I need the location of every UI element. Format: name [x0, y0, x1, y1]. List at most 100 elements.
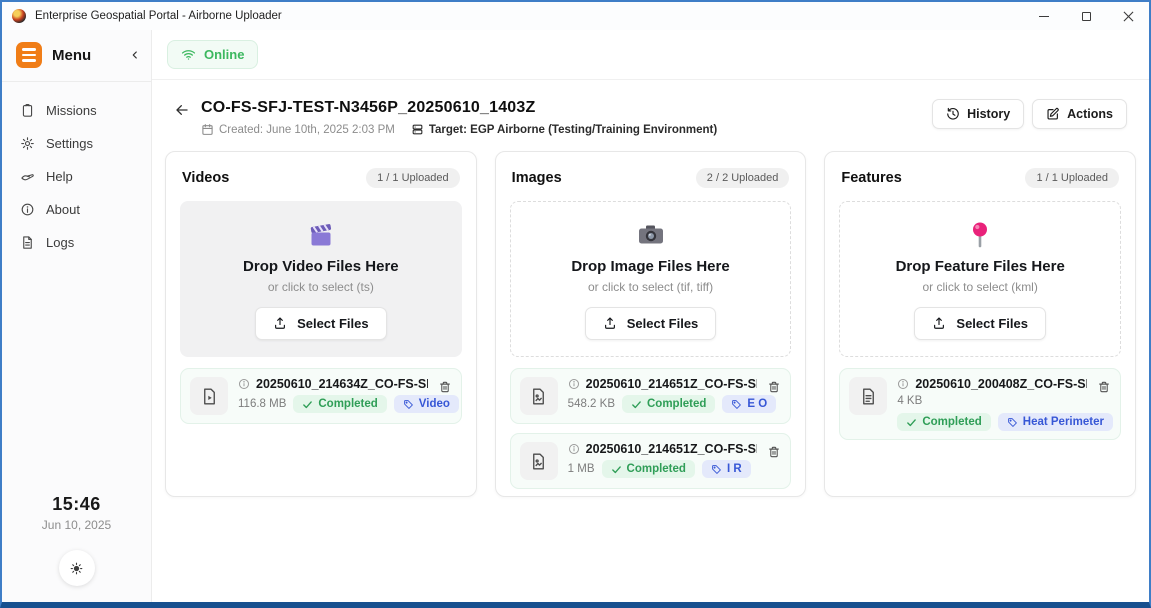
- calendar-icon: [201, 123, 214, 136]
- file-name: 20250610_214651Z_CO-FS-SFJ-TE...: [586, 442, 758, 456]
- server-stack-icon: [411, 123, 424, 136]
- trash-icon: [1097, 380, 1111, 394]
- target-meta: Target: EGP Airborne (Testing/Training E…: [411, 123, 717, 136]
- file-size: 548.2 KB: [568, 398, 615, 410]
- check-icon: [611, 464, 622, 475]
- wifi-icon: [181, 47, 196, 62]
- upload-icon: [932, 316, 946, 330]
- file-size: 1 MB: [568, 463, 595, 475]
- sidebar-divider: [2, 81, 151, 82]
- clock-date: Jun 10, 2025: [2, 518, 151, 532]
- history-button[interactable]: History: [932, 99, 1024, 129]
- sidebar-item-settings[interactable]: Settings: [2, 127, 151, 160]
- maximize-button[interactable]: [1065, 2, 1107, 30]
- close-button[interactable]: [1107, 2, 1149, 30]
- upload-icon: [273, 316, 287, 330]
- features-card: Features 1 / 1 Uploaded Drop Feature Fil…: [824, 151, 1136, 497]
- trash-icon: [767, 380, 781, 394]
- back-button[interactable]: [174, 102, 190, 123]
- sidebar-collapse-button[interactable]: [129, 49, 141, 61]
- file-name: 20250610_214634Z_CO-FS-SFJ-T...: [256, 377, 428, 391]
- file-name: 20250610_214651Z_CO-FS-SFJ-TE...: [586, 377, 758, 391]
- theme-toggle-button[interactable]: [59, 550, 95, 586]
- videos-card: Videos 1 / 1 Uploaded Drop Video Files H…: [165, 151, 477, 497]
- pushpin-icon: [964, 219, 996, 251]
- images-dropzone[interactable]: Drop Image Files Here or click to select…: [510, 201, 792, 357]
- header-actions: History Actions: [932, 99, 1127, 129]
- sidebar-item-label: Settings: [46, 136, 93, 151]
- page-title: CO-FS-SFJ-TEST-N3456P_20250610_1403Z: [201, 99, 717, 117]
- delete-file-button[interactable]: [767, 380, 781, 399]
- images-card-title: Images: [512, 170, 562, 186]
- status-badge: Completed: [897, 413, 990, 431]
- file-size: 4 KB: [897, 395, 922, 407]
- select-files-label: Select Files: [627, 316, 699, 331]
- clapperboard-icon: [305, 219, 337, 251]
- online-status-label: Online: [204, 47, 244, 62]
- features-card-title: Features: [841, 170, 901, 186]
- file-info-icon[interactable]: [238, 378, 250, 390]
- videos-drop-title: Drop Video Files Here: [243, 258, 399, 275]
- upload-cards-row: Videos 1 / 1 Uploaded Drop Video Files H…: [152, 136, 1149, 497]
- sidebar-item-label: Help: [46, 169, 73, 184]
- sidebar: Menu Missions Settings Help About: [2, 30, 152, 602]
- document-icon: [20, 235, 35, 250]
- actions-button-label: Actions: [1067, 107, 1113, 121]
- sidebar-item-help[interactable]: Help: [2, 160, 151, 193]
- image-file-row: 20250610_214651Z_CO-FS-SFJ-TE... 1 MB Co…: [510, 433, 792, 489]
- clipboard-icon: [20, 103, 35, 118]
- helping-hand-icon: [20, 169, 35, 184]
- sidebar-item-about[interactable]: About: [2, 193, 151, 226]
- minimize-button[interactable]: [1023, 2, 1065, 30]
- image-file-row: 20250610_214651Z_CO-FS-SFJ-TE... 548.2 K…: [510, 368, 792, 424]
- file-info-icon[interactable]: [568, 378, 580, 390]
- arrow-left-icon: [174, 102, 190, 118]
- trash-icon: [767, 445, 781, 459]
- tag-icon: [731, 399, 742, 410]
- image-file-icon: [520, 377, 558, 415]
- image-file-icon: [520, 442, 558, 480]
- hamburger-menu-icon[interactable]: [16, 42, 42, 68]
- file-info-icon[interactable]: [568, 443, 580, 455]
- tag-badge: Heat Perimeter: [998, 413, 1113, 431]
- select-files-label: Select Files: [956, 316, 1028, 331]
- history-clock-icon: [946, 107, 960, 121]
- tag-icon: [1007, 417, 1018, 428]
- camera-icon: [635, 219, 667, 251]
- features-drop-sub: or click to select (kml): [923, 280, 1038, 294]
- created-label: Created: June 10th, 2025 2:03 PM: [219, 124, 395, 136]
- check-icon: [906, 417, 917, 428]
- menu-label: Menu: [52, 47, 91, 64]
- chevron-left-icon: [129, 49, 141, 61]
- online-status-badge: Online: [167, 40, 258, 69]
- sidebar-item-logs[interactable]: Logs: [2, 226, 151, 259]
- delete-file-button[interactable]: [1097, 380, 1111, 399]
- images-card: Images 2 / 2 Uploaded Drop Image Files H…: [495, 151, 807, 497]
- file-info-icon[interactable]: [897, 378, 909, 390]
- sidebar-item-missions[interactable]: Missions: [2, 94, 151, 127]
- video-file-row: 20250610_214634Z_CO-FS-SFJ-T... 116.8 MB…: [180, 368, 462, 424]
- actions-button[interactable]: Actions: [1032, 99, 1127, 129]
- images-count-badge: 2 / 2 Uploaded: [696, 168, 790, 188]
- delete-file-button[interactable]: [438, 380, 452, 399]
- sidebar-clock: 15:46 Jun 10, 2025: [2, 494, 151, 602]
- upload-icon: [603, 316, 617, 330]
- tag-icon: [711, 464, 722, 475]
- sidebar-item-label: Logs: [46, 235, 74, 250]
- features-drop-title: Drop Feature Files Here: [896, 258, 1065, 275]
- trash-icon: [438, 380, 452, 394]
- page-header: CO-FS-SFJ-TEST-N3456P_20250610_1403Z Cre…: [152, 80, 1149, 136]
- tag-icon: [403, 399, 414, 410]
- images-select-files-button[interactable]: Select Files: [585, 307, 717, 340]
- close-icon: [1123, 11, 1134, 22]
- feature-file-icon: [849, 377, 887, 415]
- videos-dropzone[interactable]: Drop Video Files Here or click to select…: [180, 201, 462, 357]
- features-count-badge: 1 / 1 Uploaded: [1025, 168, 1119, 188]
- title-block: CO-FS-SFJ-TEST-N3456P_20250610_1403Z Cre…: [201, 99, 717, 136]
- delete-file-button[interactable]: [767, 445, 781, 464]
- status-badge: Completed: [293, 395, 386, 413]
- features-select-files-button[interactable]: Select Files: [914, 307, 1046, 340]
- sidebar-item-label: About: [46, 202, 80, 217]
- videos-select-files-button[interactable]: Select Files: [255, 307, 387, 340]
- features-dropzone[interactable]: Drop Feature Files Here or click to sele…: [839, 201, 1121, 357]
